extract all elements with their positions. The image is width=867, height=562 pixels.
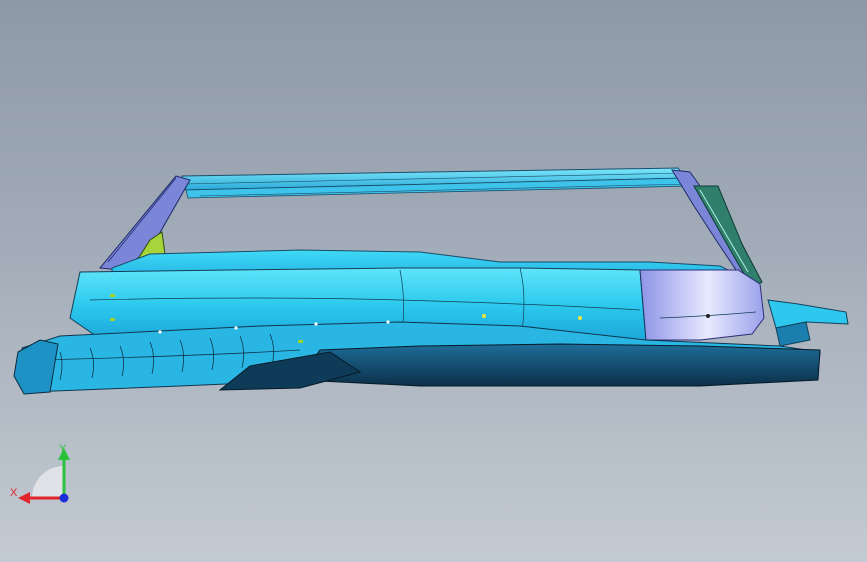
- 3d-model-view[interactable]: [0, 0, 867, 562]
- z-axis-dot: [59, 493, 69, 503]
- y-axis-label: Y: [59, 443, 67, 455]
- rear-end-section[interactable]: [639, 269, 765, 341]
- x-axis-label: X: [10, 487, 18, 499]
- front-end-cap[interactable]: [13, 339, 59, 395]
- triad-quadrant: [32, 466, 64, 498]
- x-axis-arrow: [18, 492, 30, 504]
- axis-triad: Y X: [10, 443, 70, 504]
- cad-viewport[interactable]: Y X: [0, 0, 867, 562]
- roof-rail-assembly[interactable]: [181, 167, 691, 199]
- rear-bracket[interactable]: [767, 299, 849, 347]
- lower-base-beam[interactable]: [299, 343, 821, 387]
